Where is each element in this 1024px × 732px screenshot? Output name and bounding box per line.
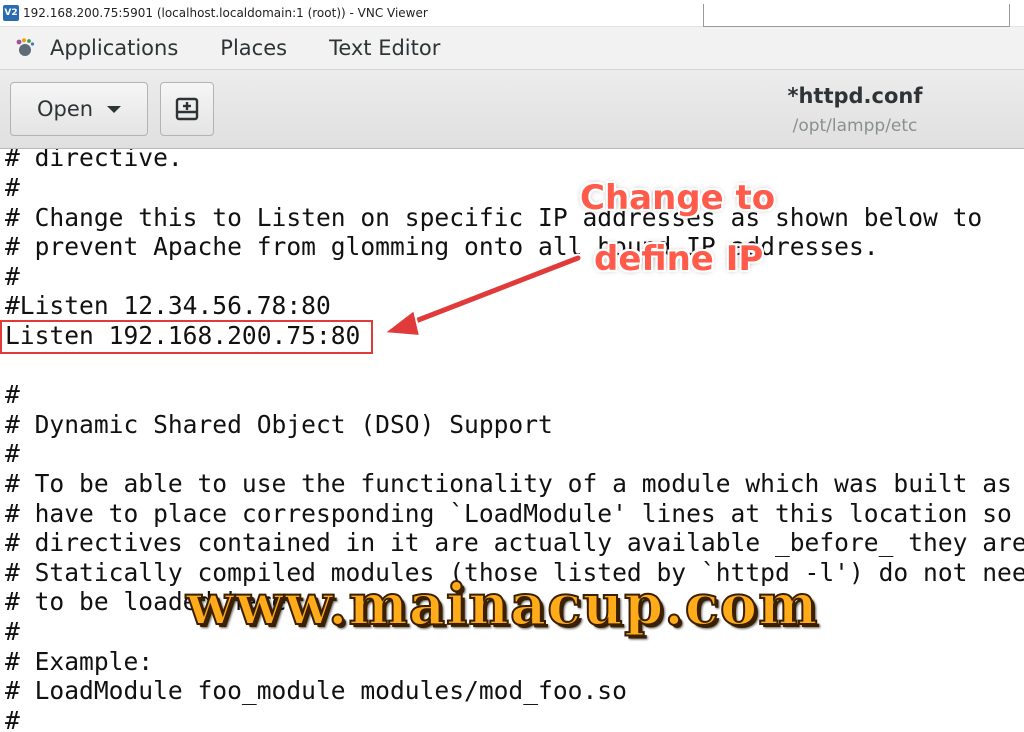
callout-text-line1: Change to bbox=[580, 178, 776, 218]
watermark: www.mainacup.com bbox=[185, 571, 819, 639]
callout-text-line2: define IP bbox=[594, 239, 764, 279]
